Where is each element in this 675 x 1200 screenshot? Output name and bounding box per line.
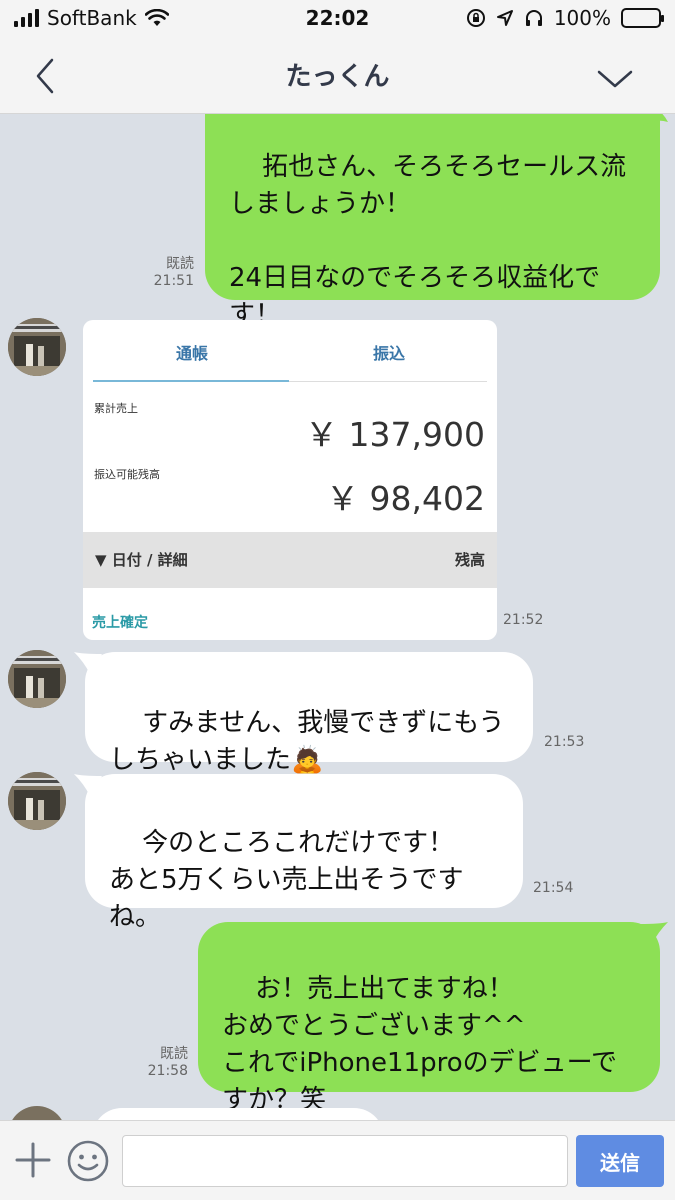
balance-header: 残高 — [454, 551, 485, 569]
message-time: 21:54 — [533, 880, 574, 896]
tab-transfer: 振込 — [373, 344, 406, 363]
avatar[interactable] — [8, 650, 66, 708]
chat-area[interactable]: 拓也さん、そろそろセールス流 しましょうか！ 24日目なのでそろそろ収益化で す… — [0, 114, 675, 1120]
message-bubble-received-partial[interactable] — [92, 1108, 384, 1120]
status-right: 100% — [466, 6, 664, 30]
send-button[interactable]: 送信 — [576, 1135, 664, 1187]
location-icon — [496, 10, 513, 26]
total-sales-label: 累計売上 — [94, 402, 138, 415]
bubble-tail — [640, 922, 668, 944]
screenshot-image[interactable]: 通帳 振込 累計売上 ￥ 137,900 振込可能残高 ￥ 98,402 ▼ 日… — [83, 320, 497, 640]
status-bar: SoftBank 22:02 100% — [0, 0, 675, 36]
transferable-value: ￥ 98,402 — [326, 479, 485, 518]
avatar[interactable] — [8, 1106, 66, 1120]
message-text: 今のところこれだけです！ あと5万くらい売上出そうです ね。 — [109, 828, 464, 932]
message-bubble-sent[interactable]: 拓也さん、そろそろセールス流 しましょうか！ 24日目なのでそろそろ収益化で す… — [205, 114, 660, 330]
total-sales-value: ￥ 137,900 — [305, 415, 485, 454]
message-bubble-received[interactable]: 今のところこれだけです！ あと5万くらい売上出そうです ね。 — [85, 774, 523, 932]
message-text: 拓也さん、そろそろセールス流 しましょうか！ 24日目なのでそろそろ収益化で す… — [229, 152, 627, 330]
message-time: 21:51 — [153, 273, 194, 289]
message-meta: 既読 21:58 — [140, 1046, 188, 1080]
emoji-icon[interactable] — [66, 1139, 110, 1183]
plus-icon[interactable] — [14, 1141, 52, 1179]
detail-header: ▼ 日付 / 詳細 — [95, 551, 188, 569]
avatar[interactable] — [8, 772, 66, 830]
headphones-icon — [525, 10, 542, 26]
message-text: お！売上出てますね！ おめでとうございます^^ これでiPhone11proのデ… — [222, 974, 618, 1115]
read-receipt: 既読 — [160, 1046, 188, 1062]
card-tabs: 通帳 振込 — [83, 320, 497, 382]
message-text: すみません、我慢できずにもう しちゃいました🙇 — [109, 708, 505, 775]
message-time: 21:52 — [503, 612, 544, 628]
tab-passbook: 通帳 — [176, 344, 209, 363]
chat-title: たっくん — [285, 62, 390, 92]
bubble-tail — [641, 114, 668, 126]
chat-header: たっくん — [0, 36, 675, 114]
avatar[interactable] — [8, 318, 66, 376]
message-time: 21:53 — [544, 734, 585, 750]
read-receipt: 既読 — [166, 256, 194, 272]
message-time: 21:58 — [147, 1063, 188, 1079]
message-bubble-received[interactable]: すみません、我慢できずにもう しちゃいました🙇 — [85, 652, 533, 775]
detail-header-bar: ▼ 日付 / 詳細 残高 — [83, 532, 497, 588]
sales-confirmed-label: 売上確定 — [92, 615, 148, 631]
message-meta: 既読 21:51 — [140, 256, 194, 290]
chevron-down-icon[interactable] — [595, 64, 635, 94]
message-input-bar: 送信 — [0, 1120, 675, 1200]
message-input[interactable] — [122, 1135, 568, 1187]
tab-divider — [289, 381, 487, 382]
battery-percent: 100% — [553, 6, 611, 30]
transferable-label: 振込可能残高 — [94, 468, 160, 481]
message-bubble-sent[interactable]: お！売上出てますね！ おめでとうございます^^ これでiPhone11proのデ… — [198, 922, 660, 1115]
rotation-lock-icon — [466, 9, 485, 27]
tab-underline — [93, 380, 289, 382]
battery-charging-icon — [621, 8, 664, 28]
